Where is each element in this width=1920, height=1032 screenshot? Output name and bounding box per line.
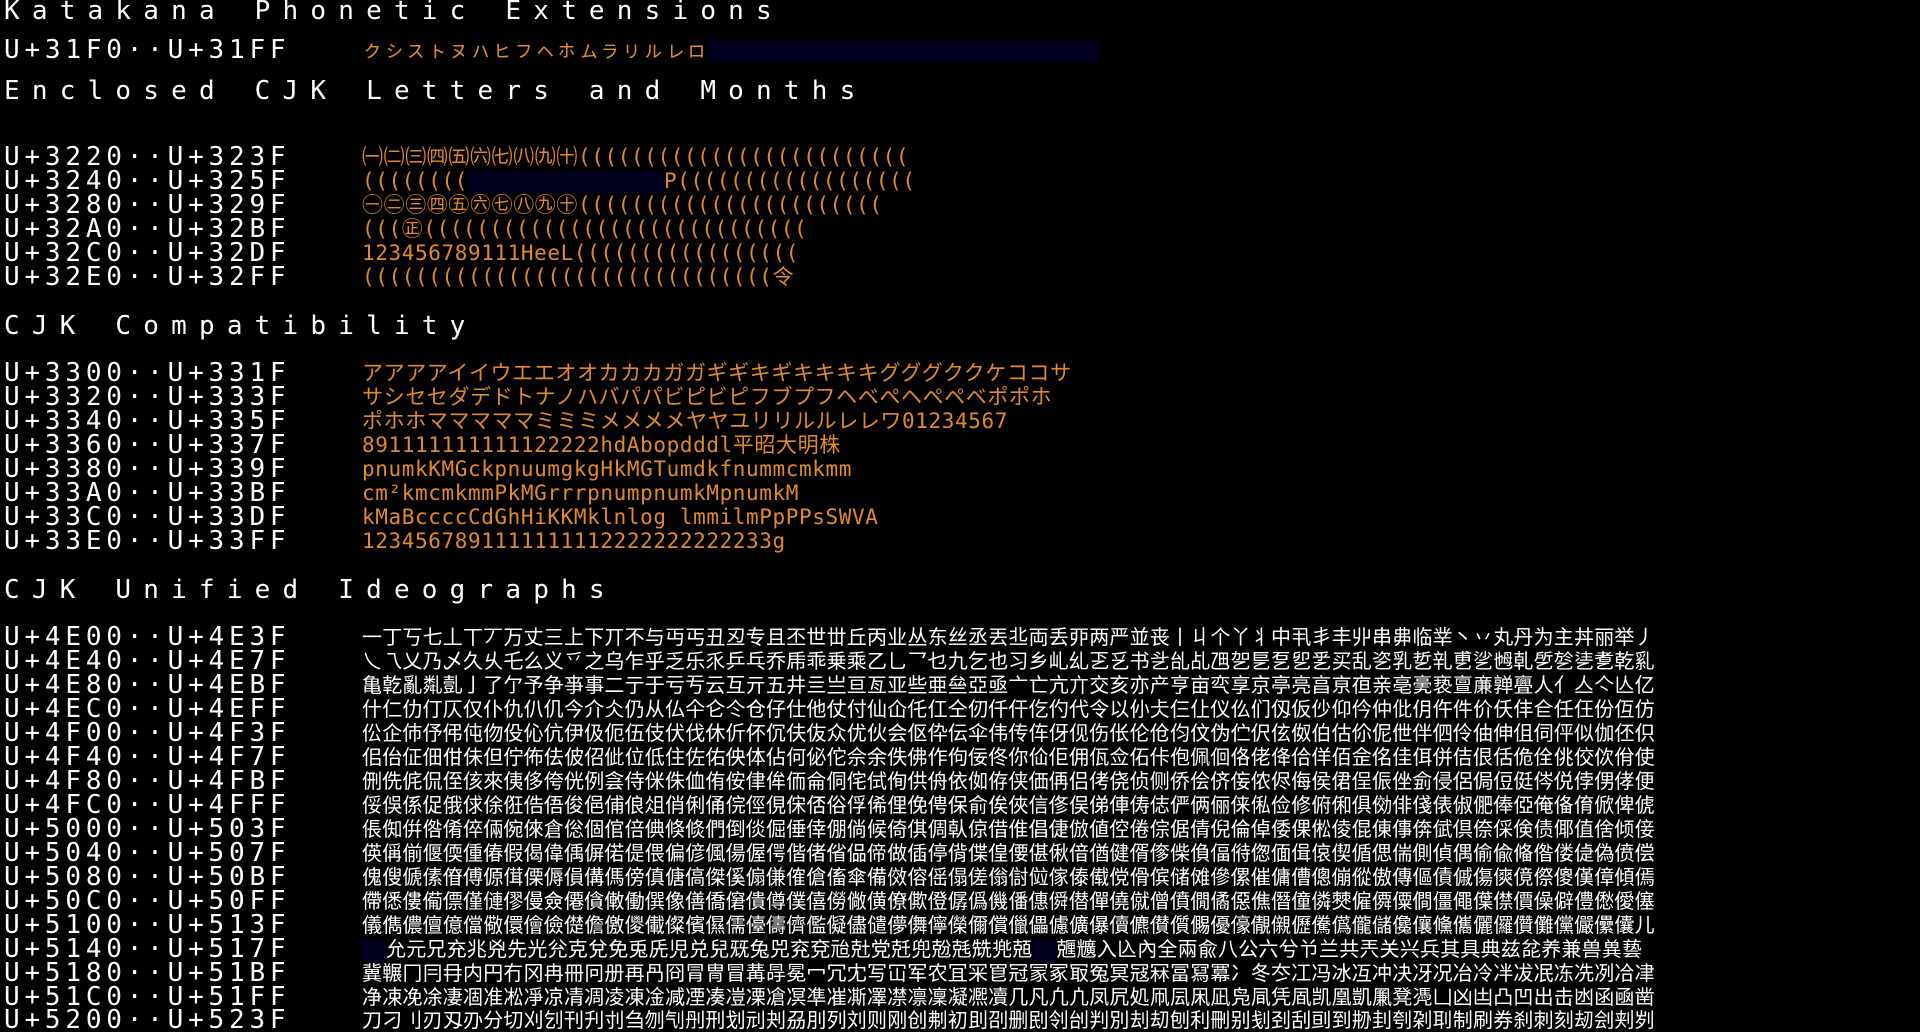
glyph-list: 允元兄充兆兇先光兊克兌免兎兏児兑兒兓兔兕兖兗兘兙党兛兜兝兞兟兠兡 兣兤入兦內全兩兪… — [362, 937, 1642, 962]
glyph-list: 乀乁乂乃乄久乆乇么义乊之乌乍乎乏乐乑乒乓乔乕乖乗乘乙乚乛乜九乞也习乡乢乣乤乥书乧… — [362, 649, 1655, 673]
glyph-list: 佀佁佂佃佄佅但佇佈佉佊佋佌位低住佐佑佒体佔何佖佗佘余佚佛作佝佞佟你佡佢佣佤佥佦佧… — [362, 745, 1655, 769]
glyph-run: 允元兄充兆兇先光兊克兌免兎兏児兑兒兓兔兕兖兗兘兙党兛兜兝兞兟兠兡 — [386, 937, 1033, 961]
unassigned-block — [467, 171, 664, 193]
glyph-list: 冀冁冂冃冄内円冇冈冉冊冋册再冎冏冐冑冒冓冔冕冖冗冘写冚军农冝冞冟冠冡冢冣冤冥冦冧… — [362, 961, 1655, 985]
glyph-list: 侀侁侂侃侄侅來侇侈侉侊例侌侍侎侏侐侑侒侓侔侕侖侗侘侙侚供侜依侞侟侠価侢侣侤侥侦侧… — [362, 769, 1655, 793]
code-range: U+33E0··U+33FF — [4, 526, 291, 556]
glyph-list: 僀僁僂僃僄僅僆僇僈僉僊僋僌働僎像僐僑僒僓僔僕僖僗僘僙僚僛僜僝僞僟僠僡僢僣僤僥僦僧… — [362, 889, 1655, 913]
glyph-row: U+5200··U+523F 刀刁刂刃刄刅分切刈刉刊刋刌刍刎刏刐刑划刓刔刕刖列刘… — [4, 1007, 1655, 1032]
glyph-list: 123456789111HeeL((((((((((((((((( — [362, 241, 800, 265]
glyph-run: ㇰㇱㇲㇳㇴㇵㇶㇷㇸㇹㇺㇻㇼㇽㇾㇿ — [362, 38, 708, 62]
charmap-screen: Katakana Phonetic Extensions U+31F0··U+3… — [0, 0, 1920, 1032]
glyph-list: pnumkKMGckpnuumgkgHkMGTumdkfnummcmkmm — [362, 457, 852, 481]
section-heading-katakana: Katakana Phonetic Extensions — [4, 0, 784, 26]
glyph-list: 偀偁偂偃偄偅偆假偈偉偊偋偌偍偎偏偐偑偒偓偔偕偖偗偘偙做偛停偝偞偟偠偡偢偣偤健偦偧… — [362, 841, 1655, 865]
glyph-list: cm²kmcmkmmPkMGrrrpnumpnumkMpnumkM — [362, 481, 800, 505]
unassigned-block — [707, 40, 1098, 62]
glyph-run: P(((((((((((((((((( — [663, 169, 916, 193]
glyph-list: 1234567891111111112222222222233g — [362, 529, 786, 553]
unassigned-block — [1032, 939, 1057, 962]
glyph-list: (((㊣((((((((((((((((((((((((((((( — [362, 217, 808, 241]
section-heading-unified: CJK Unified Ideographs — [4, 575, 617, 605]
section-heading-compat: CJK Compatibility — [4, 311, 478, 341]
glyph-list: ポホホマママママミミミメメメメヤヤユリリルルレレワ01234567 — [362, 409, 1008, 433]
glyph-list: (((((((( P(((((((((((((((((( — [362, 169, 916, 193]
glyph-list: 一丁丂七丄丅丆万丈三上下丌不与丏丐丑丒专且丕世丗丘丙业丛东丝丞丟丠両丢丣两严並丧… — [362, 625, 1655, 649]
glyph-list: 亀亁亂亃亄亅了亇予争亊事二亍于亏亐云互亓五井亖亗亘亙亚些亜亝亞亟亠亡亢亣交亥亦产… — [362, 673, 1655, 697]
code-range: U+31F0··U+31FF — [4, 35, 291, 65]
glyph-list: サシセセダデドトナノハバパパビピビピフブプフヘベペヘペペベポポホ — [362, 385, 1053, 409]
glyph-list: kMaBccccCdGhHiKKMklnlog lmmilmPpPPsSWVA — [362, 505, 879, 529]
glyph-row: U+32E0··U+32FF (((((((((((((((((((((((((… — [4, 264, 794, 290]
glyph-run: 兣兤入兦內全兩兪八公六兮兯兰共兲关兴兵其具典兹兺养兼兽兾兿 — [1056, 937, 1643, 961]
unassigned-block — [362, 939, 386, 962]
glyph-row: U+33E0··U+33FF 1234567891111111112222222… — [4, 528, 785, 554]
glyph-list: 倀倁倂倃倄倅倆倇倈倉倊個倌倍倎倏倐們倒倓倔倕倖倗倘候倚倛倜倝倞借倠倡倢倣値倥倦倧… — [362, 817, 1655, 841]
glyph-list: 伀企伂伃伄伅伆伇伈伉伊伋伌伍伎伏伐休伒伓伔伕伖众优伙会伛伜伝伞伟传伡伢伣伤伥伦伧… — [362, 721, 1655, 745]
glyph-list: アアアアイイウエエオオカカカガガギギキギキキキキグググククケココサ — [362, 361, 1072, 385]
glyph-list: ㈠㈡㈢㈣㈤㈥㈦㈧㈨㈩((((((((((((((((((((((((( — [362, 145, 910, 169]
glyph-list: 傀傁傂傃傄傅傆傇傈傉傊傋傌傍傎傏傐傑傒傓傔傕傖傗傘備傚傛傜傝傞傟傠傡傢傣傤傥傦傧… — [362, 865, 1655, 889]
glyph-list: 891111111111122222hdAbopdddl平昭大明株 — [362, 433, 841, 457]
glyph-list: 什仁仂仃仄仅仆仇仈仉今介仌仍从仏仐仑仒仓仔仕他仗付仙仚仛仜仝仞仟仠仡仢代令以仦仧… — [362, 697, 1655, 721]
glyph-list: 刀刁刂刃刄刅分切刈刉刊刋刌刍刎刏刐刑划刓刔刕刖列刘则刚创刜初刞刟删刡刢刣判別刦刧… — [362, 1008, 1655, 1032]
glyph-list: 俀俁係促俄俅俆俇俈俉俊俋俌俍俎俏俐俑俒俓俔俕俖俗俘俙俚俛俜保俞俟俠信俢俣俤俥俦俧… — [362, 793, 1655, 817]
glyph-list: ㊀㊁㊂㊃㊄㊅㊆㊇㊈㊉((((((((((((((((((((((( — [362, 193, 883, 217]
glyph-list: 净凁凂凃凄凅准凇凈凉凊凋凌凍凎减凐凑凒凓凔凕凖凗凘凙凚凛凜凝凞凟几凡凢凣凤凥処凧… — [362, 985, 1655, 1009]
glyph-list: (((((((((((((((((((((((((((((((令 — [362, 265, 795, 289]
section-heading-enclosed: Enclosed CJK Letters and Months — [4, 76, 868, 106]
code-range: U+5200··U+523F — [4, 1005, 291, 1032]
glyph-list: 儀儁儂儃億儅儆儇儈儉儊儋儌儍儎儏儐儑儒儓儔儕儖儗儘儙儚儛儜儝儞償儠儡儢儣儤儥儦儧… — [362, 913, 1655, 937]
glyph-row: U+31F0··U+31FF ㇰㇱㇲㇳㇴㇵㇶㇷㇸㇹㇺㇻㇼㇽㇾㇿ — [4, 37, 1098, 63]
glyph-run: (((((((( — [362, 169, 468, 193]
code-range: U+32E0··U+32FF — [4, 262, 291, 292]
glyph-list: ㇰㇱㇲㇳㇴㇵㇶㇷㇸㇹㇺㇻㇼㇽㇾㇿ — [362, 38, 1098, 62]
